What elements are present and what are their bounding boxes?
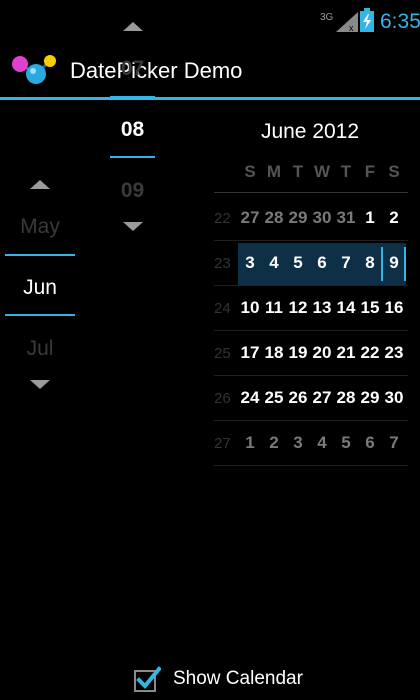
weekday-label: T [340,162,352,181]
calendar-day[interactable]: 19 [286,343,310,363]
calendar-day[interactable]: 27 [238,208,262,228]
weekday-header: S M T W T F S [238,162,408,186]
calendar-day[interactable]: 26 [286,388,310,408]
calendar-day[interactable]: 24 [238,388,262,408]
calendar-day[interactable]: 2 [382,208,406,228]
calendar-day[interactable]: 13 [310,298,334,318]
battery-charging-icon [360,8,374,32]
month-next-value[interactable]: Jul [5,337,75,361]
calendar-day[interactable]: 27 [310,388,334,408]
calendar-day[interactable]: 31 [334,208,358,228]
calendar-day[interactable]: 12 [286,298,310,318]
calendar-day[interactable]: 1 [238,433,262,453]
weekday-label: S [388,162,400,181]
calendar-day[interactable]: 29 [358,388,382,408]
calendar-day[interactable]: 9 [382,253,406,273]
weekday-label: W [313,162,331,181]
month-spinner[interactable]: May Jun Jul [5,170,75,400]
calendar-day[interactable]: 18 [262,343,286,363]
week-number: 27 [214,435,231,452]
calendar-day[interactable]: 30 [382,388,406,408]
calendar-day[interactable]: 3 [286,433,310,453]
calendar-day[interactable]: 28 [334,388,358,408]
calendar-week-row: 27 1 2 3 4 5 6 7 [214,421,408,466]
calendar-day[interactable]: 2 [262,433,286,453]
svg-text:x: x [349,23,354,32]
day-spinner[interactable]: 07 08 09 [110,12,155,242]
calendar-month-title: June 2012 [260,120,360,143]
calendar-day[interactable]: 6 [310,253,334,273]
calendar-day[interactable]: 7 [334,253,358,273]
calendar-day[interactable]: 28 [262,208,286,228]
weekday-label: F [364,162,376,181]
action-bar: DatePicker Demo [0,40,420,100]
week-number: 22 [214,210,231,227]
week-number: 26 [214,390,231,407]
day-increment-arrow-icon[interactable] [122,22,143,31]
calendar-day[interactable]: 1 [358,208,382,228]
calendar-day[interactable]: 3 [238,253,262,273]
calendar-day[interactable]: 10 [238,298,262,318]
day-decrement-arrow-icon[interactable] [122,222,143,231]
calendar-day[interactable]: 20 [310,343,334,363]
week-number: 25 [214,345,231,362]
week-number: 24 [214,300,231,317]
day-next-value[interactable]: 09 [110,179,155,203]
calendar-day[interactable]: 17 [238,343,262,363]
show-calendar-label[interactable]: Show Calendar [173,668,303,690]
calendar-day[interactable]: 7 [382,433,406,453]
calendar-day[interactable]: 23 [382,343,406,363]
calendar-day[interactable]: 5 [286,253,310,273]
calendar-day[interactable]: 22 [358,343,382,363]
calendar-day[interactable]: 6 [358,433,382,453]
calendar-day[interactable]: 15 [358,298,382,318]
month-decrement-arrow-icon[interactable] [30,380,50,389]
weekday-label: S [244,162,256,181]
week-number: 23 [214,255,231,272]
calendar-day[interactable]: 14 [334,298,358,318]
calendar-day[interactable]: 11 [262,298,286,318]
calendar-grid: 22 27 28 29 30 31 1 2 23 3 4 5 6 7 8 9 2… [214,196,408,466]
month-selection-divider-top [5,254,75,256]
show-calendar-toggle[interactable]: Show Calendar [133,665,333,695]
signal-3g-icon: 3G x [320,12,358,32]
calendar-day[interactable]: 30 [310,208,334,228]
network-type-label: 3G [320,12,334,23]
weekday-label: T [292,162,304,181]
month-current-value[interactable]: Jun [5,276,75,300]
calendar-week-row: 24 10 11 12 13 14 15 16 [214,286,408,331]
month-prev-value[interactable]: May [5,215,75,239]
weekday-divider [214,192,408,193]
calendar-week-row: 22 27 28 29 30 31 1 2 [214,196,408,241]
weekday-label: M [266,162,282,181]
checkbox-checked-icon[interactable] [133,665,161,693]
calendar-day[interactable]: 21 [334,343,358,363]
calendar-day[interactable]: 5 [334,433,358,453]
calendar-day[interactable]: 29 [286,208,310,228]
calendar-week-row: 25 17 18 19 20 21 22 23 [214,331,408,376]
day-selection-divider-bottom [110,156,155,158]
day-selection-divider-top [110,96,155,98]
month-selection-divider-bottom [5,314,75,316]
calendar-week-row: 26 24 25 26 27 28 29 30 [214,376,408,421]
month-increment-arrow-icon[interactable] [30,180,50,189]
calendar-day[interactable]: 4 [262,253,286,273]
calendar-day-selected[interactable]: 8 [358,253,382,273]
calendar-day[interactable]: 25 [262,388,286,408]
status-bar: 3G x 6:35 [0,0,420,40]
app-title: DatePicker Demo [70,58,243,83]
clock-time: 6:35 [380,10,420,33]
day-current-value[interactable]: 08 [110,118,155,142]
calendar-day[interactable]: 4 [310,433,334,453]
calendar-week-row-selected: 23 3 4 5 6 7 8 9 [214,241,408,286]
molecule-logo-icon [12,55,56,84]
day-prev-value[interactable]: 07 [110,57,155,81]
calendar-day[interactable]: 16 [382,298,406,318]
